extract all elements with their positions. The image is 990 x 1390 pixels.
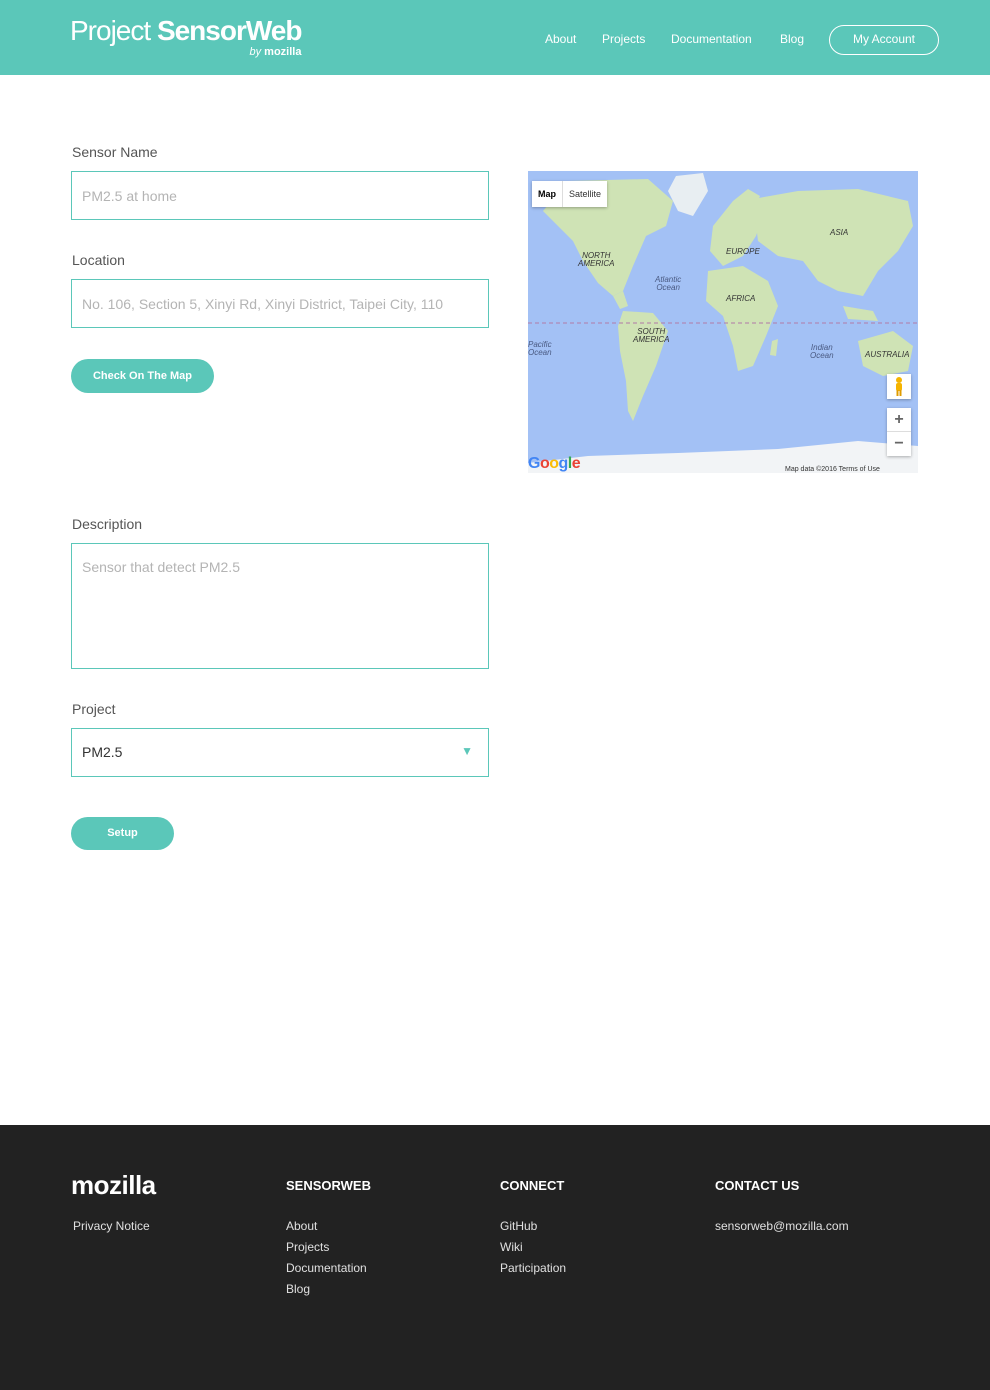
label-asia: ASIA <box>830 228 849 237</box>
check-on-map-button[interactable]: Check On The Map <box>71 359 214 393</box>
logo-title-bold: SensorWeb <box>156 15 303 46</box>
google-logo: Google <box>528 455 581 472</box>
my-account-button[interactable]: My Account <box>829 25 939 55</box>
zoom-control: + − <box>887 408 911 456</box>
sensor-name-label: Sensor Name <box>72 144 158 160</box>
footer-mozilla-logo[interactable]: mozilla <box>71 1170 156 1201</box>
label-indian-ocean: Indian Ocean <box>810 343 834 360</box>
location-input[interactable] <box>71 279 489 328</box>
greenland-shape <box>668 173 708 216</box>
label-south-america: SOUTH AMERICA <box>633 327 670 344</box>
sensor-name-input[interactable] <box>71 171 489 220</box>
asia-shape <box>753 189 913 296</box>
map-attribution[interactable]: Map data ©2016 Terms of Use <box>785 466 880 473</box>
footer-link-github[interactable]: GitHub <box>500 1219 537 1233</box>
footer-contact-heading: CONTACT US <box>715 1178 800 1193</box>
project-select[interactable]: PM2.5 ▼ <box>71 728 489 777</box>
footer-link-about[interactable]: About <box>286 1219 317 1233</box>
description-textarea[interactable] <box>71 543 489 669</box>
label-atlantic-ocean: Atlantic Ocean <box>655 275 682 292</box>
map-type-map-button[interactable]: Map <box>532 181 563 207</box>
label-australia: AUSTRALIA <box>865 350 910 359</box>
location-label: Location <box>72 252 125 268</box>
chevron-down-icon: ▼ <box>461 744 473 758</box>
label-pacific-ocean: Pacific Ocean <box>528 340 552 357</box>
nav-documentation[interactable]: Documentation <box>671 32 752 46</box>
indonesia-shape <box>843 306 878 321</box>
zoom-out-button[interactable]: − <box>887 432 911 456</box>
africa-shape <box>706 266 778 371</box>
nav-blog[interactable]: Blog <box>780 32 804 46</box>
footer-sensorweb-heading: SENSORWEB <box>286 1178 371 1193</box>
project-select-value: PM2.5 <box>82 744 123 760</box>
site-footer: mozilla Privacy Notice SENSORWEB About P… <box>0 1125 990 1390</box>
label-europe: EUROPE <box>726 247 760 256</box>
logo-byline: by mozilla <box>249 46 301 58</box>
project-label: Project <box>72 701 116 717</box>
logo-by: by <box>249 46 262 58</box>
label-north-america: NORTH AMERICA <box>578 251 615 268</box>
map-type-satellite-button[interactable]: Satellite <box>563 181 607 207</box>
footer-connect-heading: CONNECT <box>500 1178 565 1193</box>
nav-about[interactable]: About <box>545 32 576 46</box>
footer-link-wiki[interactable]: Wiki <box>500 1240 523 1254</box>
footer-link-documentation[interactable]: Documentation <box>286 1261 367 1275</box>
map-type-control: Map Satellite <box>532 181 608 207</box>
logo-brand: mozilla <box>264 46 302 58</box>
site-header: Project SensorWeb by mozilla About Proje… <box>0 0 990 75</box>
footer-privacy-notice[interactable]: Privacy Notice <box>73 1219 150 1233</box>
logo-title: Project SensorWeb <box>70 15 303 46</box>
description-label: Description <box>72 516 143 532</box>
site-logo[interactable]: Project SensorWeb by mozilla <box>70 15 303 59</box>
madagascar-shape <box>770 339 778 356</box>
footer-link-participation[interactable]: Participation <box>500 1261 566 1275</box>
street-view-pegman-icon[interactable] <box>887 374 911 399</box>
nav-projects[interactable]: Projects <box>602 32 645 46</box>
footer-link-blog[interactable]: Blog <box>286 1282 310 1296</box>
setup-button[interactable]: Setup <box>71 817 174 850</box>
footer-contact-email[interactable]: sensorweb@mozilla.com <box>715 1219 849 1233</box>
world-map-graphic <box>528 173 918 473</box>
label-africa: AFRICA <box>726 294 756 303</box>
logo-title-light: Project <box>70 15 157 46</box>
footer-link-projects[interactable]: Projects <box>286 1240 329 1254</box>
zoom-in-button[interactable]: + <box>887 408 911 432</box>
map-view[interactable]: Map Satellite NORTH AMERICA SOUTH AMERIC… <box>528 171 918 473</box>
